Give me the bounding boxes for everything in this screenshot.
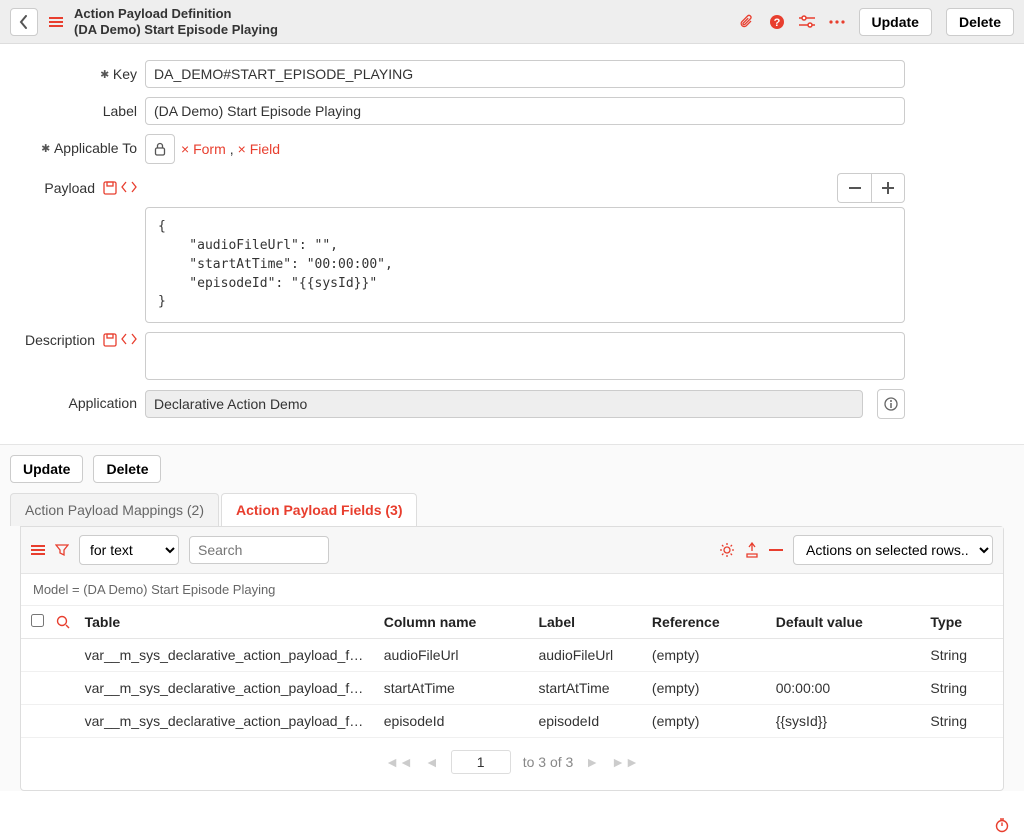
search-input[interactable] [189,536,329,564]
tab-fields[interactable]: Action Payload Fields (3) [221,493,417,526]
filter-icon[interactable] [55,543,69,557]
table-row[interactable]: var__m_sys_declarative_action_payload_fi… [21,639,1003,672]
list-breadcrumb: Model = (DA Demo) Start Episode Playing [21,574,1003,606]
tag-remove-icon[interactable]: × [238,141,246,157]
help-icon[interactable]: ? [769,14,785,30]
timing-icon[interactable] [994,817,1010,833]
cell-ref: (empty) [642,672,766,705]
page-subtitle: (DA Demo) Start Episode Playing [74,22,278,38]
data-table: Table Column name Label Reference Defaul… [21,606,1003,738]
cell-column: audioFileUrl [374,639,529,672]
info-button[interactable] [877,389,905,419]
search-icon[interactable] [56,615,65,629]
application-label: Application [69,395,138,411]
page-title: Action Payload Definition [74,6,278,22]
label-input[interactable] [145,97,905,125]
chevron-left-icon [19,15,29,29]
code-icon[interactable] [121,181,137,195]
col-ref[interactable]: Reference [642,606,766,639]
update-button[interactable]: Update [10,455,83,483]
list-panel: for text Actions on selected rows... Mod… [20,526,1004,791]
tag-field[interactable]: Field [250,141,280,157]
cell-table[interactable]: var__m_sys_declarative_action_payload_fi… [75,672,374,705]
remove-icon[interactable] [769,549,783,551]
delete-button[interactable]: Delete [946,8,1014,36]
required-icon: ✱ [42,140,50,156]
key-input[interactable] [145,60,905,88]
expand-button[interactable] [871,173,905,203]
more-icon[interactable] [829,20,845,24]
table-row[interactable]: var__m_sys_declarative_action_payload_fi… [21,705,1003,738]
col-default[interactable]: Default value [766,606,921,639]
col-type[interactable]: Type [920,606,1003,639]
description-label: Description [25,332,95,348]
save-icon[interactable] [103,181,117,195]
cell-ref: (empty) [642,639,766,672]
cell-column: episodeId [374,705,529,738]
tab-mappings[interactable]: Action Payload Mappings (2) [10,493,219,526]
page-input[interactable]: 1 [451,750,511,774]
lock-icon[interactable] [145,134,175,164]
attachment-icon[interactable] [739,14,755,30]
list-menu-icon[interactable] [31,545,45,555]
cell-ref: (empty) [642,705,766,738]
tag-remove-icon[interactable]: × [181,141,189,157]
cell-label: episodeId [528,705,641,738]
svg-text:?: ? [773,17,780,29]
export-icon[interactable] [745,542,759,558]
collapse-button[interactable] [837,173,871,203]
prev-page-icon[interactable]: ◄ [425,754,439,770]
next-page-icon[interactable]: ► [585,754,599,770]
page-of-text: to 3 of 3 [523,754,574,770]
cell-table[interactable]: var__m_sys_declarative_action_payload_fi… [75,639,374,672]
col-label[interactable]: Label [528,606,641,639]
form: ✱Key Label ✱Applicable To × Form, × Fiel… [0,44,1024,444]
code-icon[interactable] [121,333,137,347]
key-label: Key [113,66,137,82]
cell-column: startAtTime [374,672,529,705]
cell-table[interactable]: var__m_sys_declarative_action_payload_fi… [75,705,374,738]
topbar: Action Payload Definition (DA Demo) Star… [0,0,1024,44]
col-table[interactable]: Table [75,606,374,639]
tag-form[interactable]: Form [193,141,226,157]
cell-label: startAtTime [528,672,641,705]
label-label: Label [103,103,137,119]
back-button[interactable] [10,8,38,36]
applicable-label: Applicable To [54,140,137,156]
delete-button[interactable]: Delete [93,455,161,483]
cell-type: String [920,705,1003,738]
cell-label: audioFileUrl [528,639,641,672]
row-actions-select[interactable]: Actions on selected rows... [793,535,993,565]
select-all-checkbox[interactable] [31,614,44,627]
cell-default: 00:00:00 [766,672,921,705]
col-column[interactable]: Column name [374,606,529,639]
last-page-icon[interactable]: ►► [611,754,639,770]
filter-type-select[interactable]: for text [79,535,179,565]
menu-icon[interactable] [48,14,64,30]
required-icon: ✱ [100,66,108,82]
first-page-icon[interactable]: ◄◄ [385,754,413,770]
cell-type: String [920,639,1003,672]
payload-label: Payload [44,180,95,196]
applicable-tags: × Form, × Field [181,141,280,157]
pager: ◄◄ ◄ 1 to 3 of 3 ► ►► [21,738,1003,790]
settings-icon[interactable] [799,15,815,29]
save-icon[interactable] [103,333,117,347]
cell-default [766,639,921,672]
tab-row: Action Payload Mappings (2) Action Paylo… [10,493,1014,526]
description-input[interactable] [145,332,905,380]
application-input [145,390,863,418]
update-button[interactable]: Update [859,8,932,36]
cell-default: {{sysId}} [766,705,921,738]
form-actions: Update Delete [0,444,1024,493]
table-row[interactable]: var__m_sys_declarative_action_payload_fi… [21,672,1003,705]
payload-input[interactable]: { "audioFileUrl": "", "startAtTime": "00… [145,207,905,323]
cell-type: String [920,672,1003,705]
gear-icon[interactable] [719,542,735,558]
